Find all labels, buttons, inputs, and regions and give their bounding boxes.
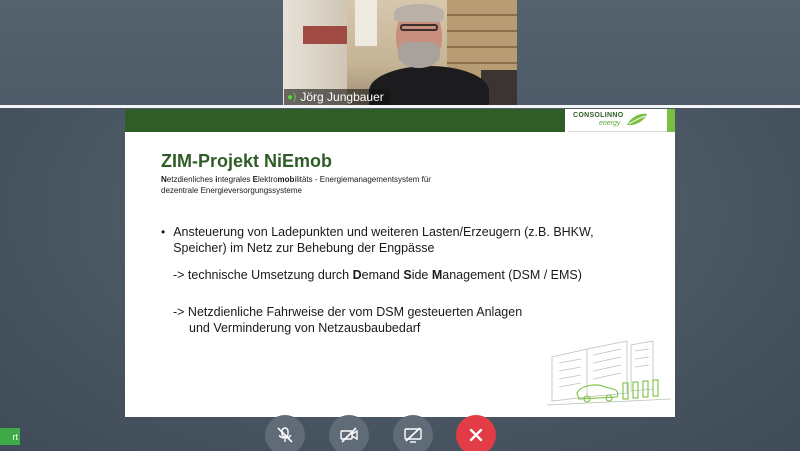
leaf-icon — [627, 113, 648, 126]
consolinno-logo: CONSOLINNO energy — [568, 109, 675, 132]
participant-name-tag: ●) Jörg Jungbauer — [284, 89, 390, 105]
mic-muted-icon — [277, 427, 293, 443]
camera-toggle-button[interactable] — [329, 415, 369, 451]
video-box — [303, 26, 347, 44]
bullet-icon: • — [161, 225, 166, 239]
bullet-text: Ansteuerung von Ladepunkten und weiteren… — [173, 225, 594, 255]
shared-presentation-slide: CONSOLINNO energy ZIM-Projekt NiEmob Net… — [125, 109, 675, 417]
slide-subtitle: Netzdienliches integrales Elektromobilit… — [161, 175, 431, 195]
participant-hair — [394, 4, 444, 22]
hang-up-button[interactable] — [456, 415, 496, 451]
screen-share-toggle-button[interactable] — [393, 415, 433, 451]
slide-header-bar — [125, 109, 565, 132]
side-tab[interactable]: rt — [0, 428, 20, 445]
participant-glasses — [400, 24, 438, 31]
participant-beard — [398, 42, 440, 68]
ev-charging-illustration-icon — [547, 340, 671, 406]
video-door — [355, 0, 377, 46]
slide-header-accent — [667, 109, 675, 132]
speaker-icon: ●) — [287, 91, 297, 103]
slide-arrow-point-1: -> technische Umsetzung durch Demand Sid… — [173, 268, 582, 282]
camera-off-icon — [340, 427, 358, 443]
logo-text-sub: energy — [599, 120, 621, 127]
screen-share-off-icon — [404, 427, 422, 443]
hang-up-icon — [469, 428, 483, 442]
divider-bar — [0, 105, 800, 108]
slide-arrow-point-2: -> Netzdienliche Fahrweise der vom DSM g… — [173, 305, 523, 335]
slide-bullet: • Ansteuerung von Ladepunkten und weiter… — [161, 224, 601, 256]
mic-toggle-button[interactable] — [265, 415, 305, 451]
logo-text-main: CONSOLINNO — [573, 112, 624, 119]
participant-name: Jörg Jungbauer — [300, 90, 384, 104]
slide-title: ZIM-Projekt NiEmob — [161, 151, 333, 171]
